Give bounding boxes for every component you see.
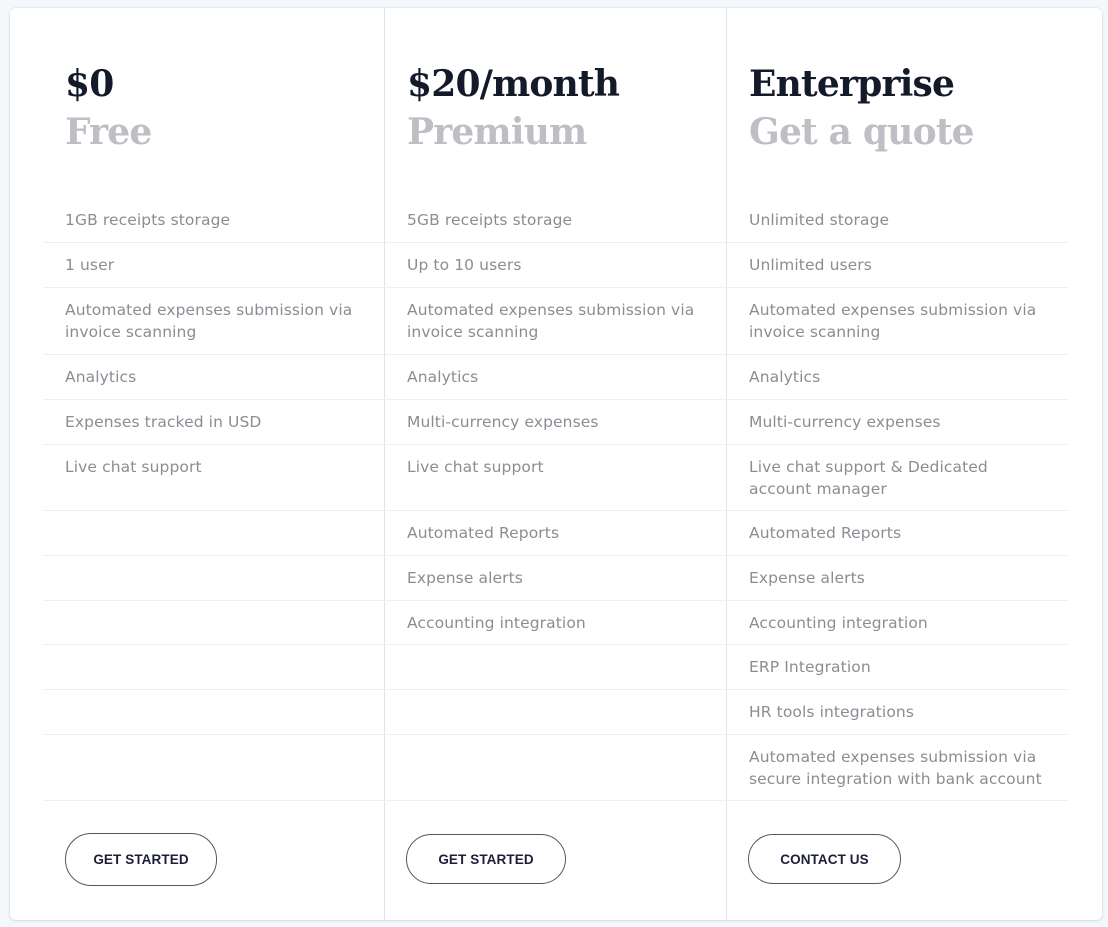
feature-row: Unlimited storage bbox=[727, 198, 1068, 243]
feature-text: HR tools integrations bbox=[749, 703, 915, 721]
feature-row: Automated expenses submission via secure… bbox=[727, 735, 1068, 801]
pricing-card: $0 Free $20/month Premium Enterprise Get… bbox=[10, 8, 1102, 920]
feature-text: Expense alerts bbox=[407, 569, 523, 587]
feature-text: Automated Reports bbox=[407, 524, 560, 542]
feature-text: Automated Reports bbox=[749, 524, 902, 542]
feature-row: Expenses tracked in USD bbox=[43, 400, 385, 445]
feature-row: ERP Integration bbox=[727, 645, 1068, 690]
contact-us-button[interactable]: CONTACT US bbox=[748, 834, 901, 884]
feature-row: Accounting integration bbox=[385, 601, 727, 645]
feature-text: Analytics bbox=[749, 368, 821, 386]
feature-row: 1 user bbox=[43, 243, 385, 288]
plan-name: Free bbox=[65, 111, 152, 153]
feature-text: Multi-currency expenses bbox=[749, 413, 941, 431]
feature-text: Analytics bbox=[65, 368, 137, 386]
feature-text: Automated expenses submission via invoic… bbox=[65, 301, 353, 341]
feature-row: Expense alerts bbox=[727, 556, 1068, 601]
feature-row: Live chat support bbox=[385, 445, 727, 511]
feature-text: Live chat support bbox=[65, 458, 202, 476]
empty-feature-row bbox=[43, 690, 385, 735]
feature-text: 1GB receipts storage bbox=[65, 211, 231, 229]
feature-row: 1GB receipts storage bbox=[43, 198, 385, 243]
feature-text: Automated expenses submission via invoic… bbox=[407, 301, 695, 341]
empty-feature-row bbox=[43, 601, 385, 645]
empty-feature-row bbox=[43, 511, 385, 556]
feature-text: Expense alerts bbox=[749, 569, 865, 587]
feature-text: Unlimited users bbox=[749, 256, 872, 274]
feature-text: Live chat support & Dedicated account ma… bbox=[749, 458, 988, 498]
feature-text: Analytics bbox=[407, 368, 479, 386]
feature-row: Automated expenses submission via invoic… bbox=[385, 288, 727, 355]
feature-row: Live chat support bbox=[43, 445, 385, 511]
feature-text: Automated expenses submission via secure… bbox=[749, 748, 1042, 788]
plan-name: Premium bbox=[407, 111, 587, 153]
empty-feature-row bbox=[385, 735, 727, 801]
feature-row: Automated expenses submission via invoic… bbox=[43, 288, 385, 355]
feature-row: Multi-currency expenses bbox=[385, 400, 727, 445]
feature-text: 1 user bbox=[65, 256, 115, 274]
feature-row: Automated Reports bbox=[727, 511, 1068, 556]
empty-feature-row bbox=[385, 690, 727, 735]
feature-text: Expenses tracked in USD bbox=[65, 413, 262, 431]
plan-header: Enterprise Get a quote bbox=[749, 60, 975, 156]
get-started-premium-button[interactable]: GET STARTED bbox=[406, 834, 566, 884]
feature-row: Up to 10 users bbox=[385, 243, 727, 288]
feature-text: 5GB receipts storage bbox=[407, 211, 573, 229]
feature-row: Expense alerts bbox=[385, 556, 727, 601]
empty-feature-row bbox=[385, 645, 727, 690]
empty-feature-row bbox=[43, 645, 385, 690]
feature-row: Analytics bbox=[43, 355, 385, 400]
plan-price: $0 bbox=[65, 63, 114, 105]
feature-text: Unlimited storage bbox=[749, 211, 890, 229]
feature-text: Up to 10 users bbox=[407, 256, 522, 274]
feature-row: Live chat support & Dedicated account ma… bbox=[727, 445, 1068, 511]
empty-feature-row bbox=[43, 735, 385, 801]
feature-row: Analytics bbox=[727, 355, 1068, 400]
feature-text: Automated expenses submission via invoic… bbox=[749, 301, 1037, 341]
get-started-free-button[interactable]: GET STARTED bbox=[65, 833, 217, 886]
feature-text: Live chat support bbox=[407, 458, 544, 476]
feature-row: Automated expenses submission via invoic… bbox=[727, 288, 1068, 355]
feature-row: 5GB receipts storage bbox=[385, 198, 727, 243]
feature-text: Accounting integration bbox=[749, 614, 928, 632]
feature-row: Multi-currency expenses bbox=[727, 400, 1068, 445]
feature-text: Accounting integration bbox=[407, 614, 586, 632]
plan-price: $20/month bbox=[407, 63, 620, 105]
plan-header: $0 Free bbox=[65, 60, 152, 156]
feature-text: ERP Integration bbox=[749, 658, 871, 676]
feature-text: Multi-currency expenses bbox=[407, 413, 599, 431]
empty-feature-row bbox=[43, 556, 385, 601]
feature-row: HR tools integrations bbox=[727, 690, 1068, 735]
feature-row: Automated Reports bbox=[385, 511, 727, 556]
feature-row: Analytics bbox=[385, 355, 727, 400]
plan-header: $20/month Premium bbox=[407, 60, 620, 156]
plan-price: Enterprise bbox=[749, 63, 955, 105]
plan-name: Get a quote bbox=[749, 111, 975, 153]
feature-row: Unlimited users bbox=[727, 243, 1068, 288]
feature-row: Accounting integration bbox=[727, 601, 1068, 645]
